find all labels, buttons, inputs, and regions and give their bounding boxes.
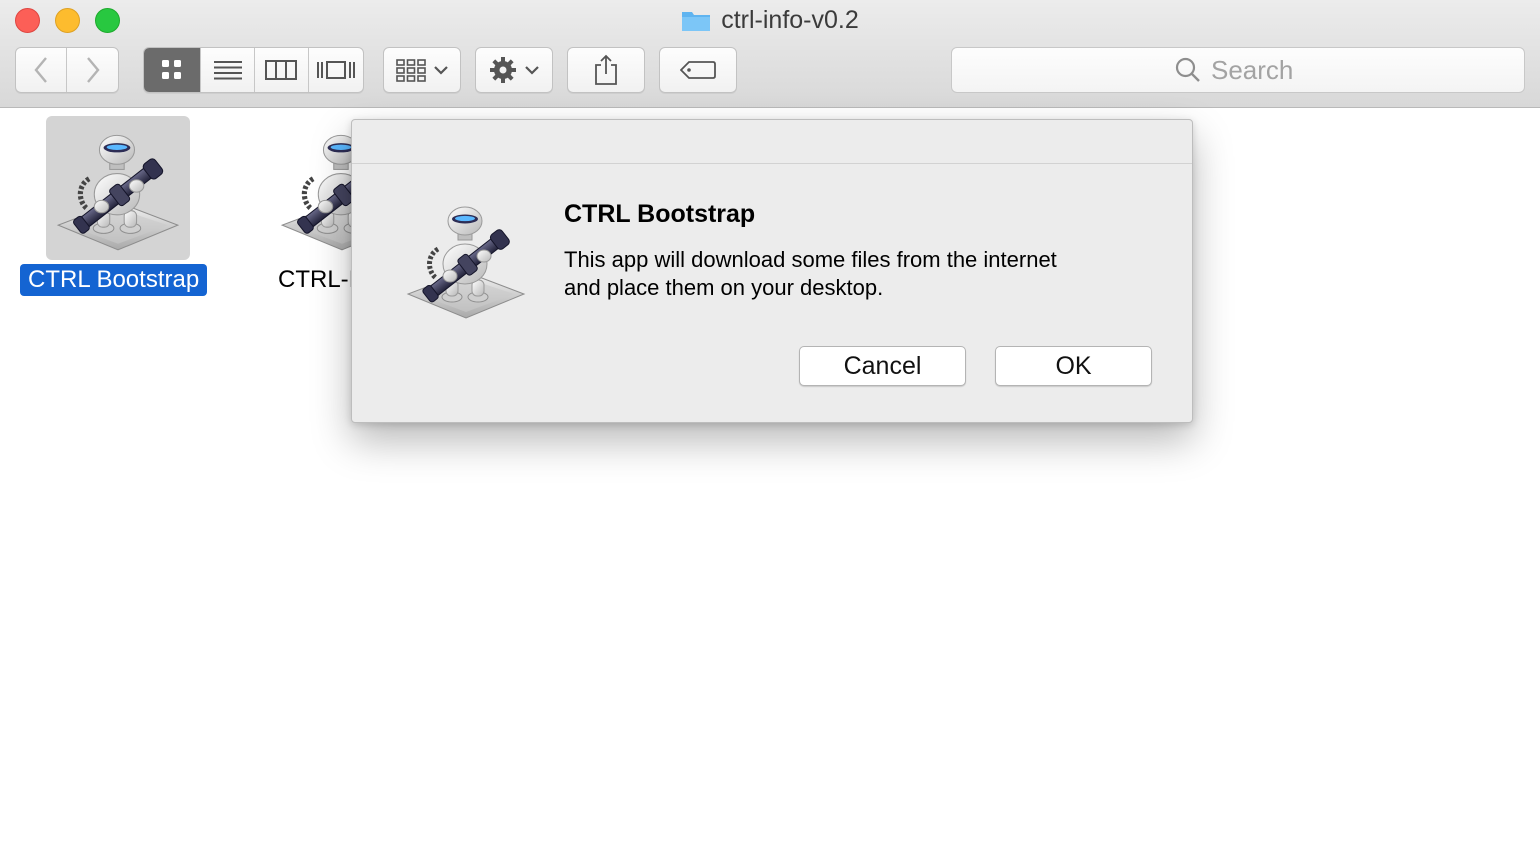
- back-forward-group: [15, 47, 119, 93]
- search-icon: [1175, 57, 1200, 82]
- window-title-bar: ctrl-info-v0.2: [0, 4, 1540, 36]
- tag-icon: [680, 61, 716, 79]
- action-menu-button[interactable]: [475, 47, 553, 93]
- dialog-message-line: This app will download some files from t…: [564, 247, 1057, 272]
- icon-view-button[interactable]: [144, 48, 202, 92]
- finder-toolbar: ctrl-info-v0.2: [0, 0, 1540, 108]
- file-item-ctrl-bootstrap-icon[interactable]: [46, 116, 190, 260]
- cover-flow-icon: [316, 61, 355, 79]
- dialog-message: This app will download some files from t…: [564, 246, 1144, 302]
- automator-app-icon: [402, 194, 530, 322]
- arrange-button[interactable]: [383, 47, 461, 93]
- forward-button[interactable]: [67, 48, 118, 92]
- chevron-down-icon: [434, 66, 448, 75]
- search-input[interactable]: [1211, 54, 1301, 86]
- file-item-ctrl-info-label[interactable]: CTRL-I: [270, 264, 363, 296]
- dialog-message-line: and place them on your desktop.: [564, 275, 884, 300]
- chevron-down-icon: [525, 66, 539, 75]
- list-view-button[interactable]: [201, 48, 255, 92]
- dialog-title: CTRL Bootstrap: [564, 200, 756, 228]
- file-item-ctrl-bootstrap-label[interactable]: CTRL Bootstrap: [20, 264, 208, 296]
- icon-grid-icon: [162, 60, 182, 79]
- ok-button[interactable]: OK: [995, 346, 1152, 386]
- share-icon: [595, 54, 617, 85]
- column-view-button[interactable]: [255, 48, 309, 92]
- tag-button[interactable]: [659, 47, 737, 93]
- chevron-left-icon: [34, 57, 47, 83]
- cancel-button[interactable]: Cancel: [799, 346, 966, 386]
- list-icon: [213, 61, 242, 80]
- arrange-grid-icon: [396, 59, 426, 82]
- alert-dialog: CTRL Bootstrap This app will download so…: [351, 119, 1193, 423]
- automator-app-icon: [52, 122, 184, 254]
- back-button[interactable]: [16, 48, 68, 92]
- share-button[interactable]: [567, 47, 645, 93]
- cover-flow-view-button[interactable]: [309, 48, 363, 92]
- dialog-divider: [352, 163, 1192, 164]
- columns-icon: [265, 60, 298, 80]
- search-field[interactable]: [951, 47, 1525, 93]
- folder-icon: [681, 8, 711, 32]
- view-mode-control: [143, 47, 364, 93]
- gear-icon: [490, 57, 516, 83]
- chevron-right-icon: [86, 57, 100, 83]
- window-title: ctrl-info-v0.2: [721, 5, 859, 34]
